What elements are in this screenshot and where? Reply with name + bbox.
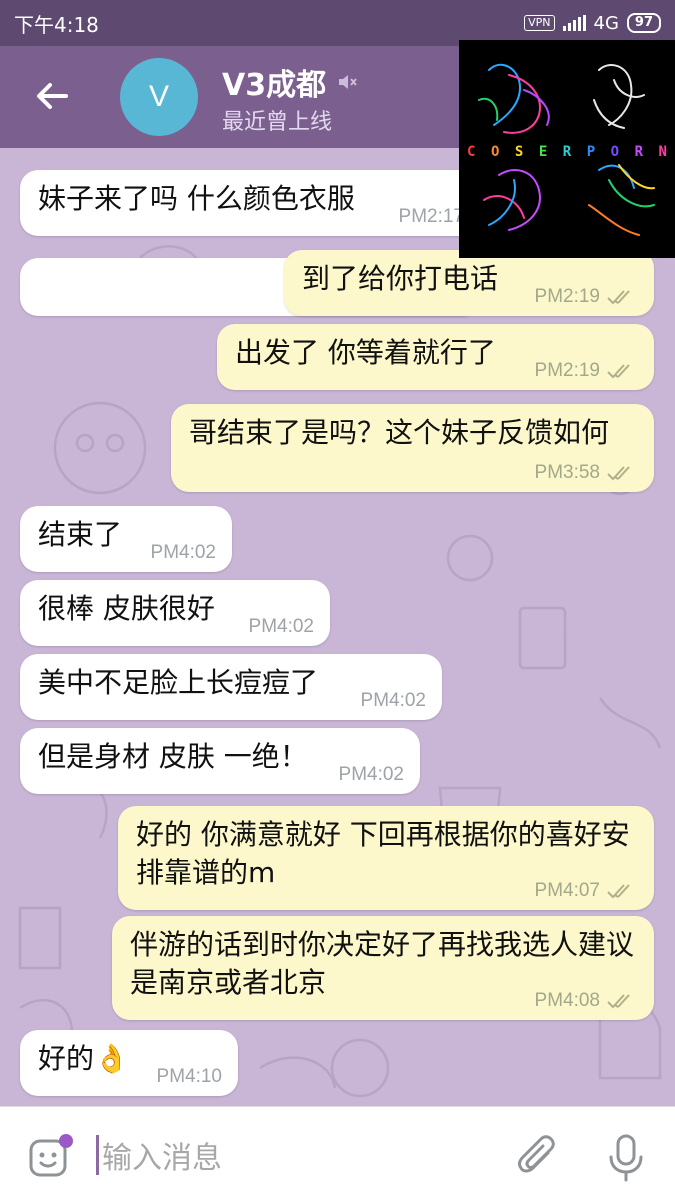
chat-status: 最近曾上线	[222, 110, 333, 135]
message-text: 好的👌	[38, 1042, 129, 1075]
double-check-icon	[607, 994, 630, 1009]
chat-title-text: V3成都	[222, 68, 327, 103]
vpn-badge: VPN	[524, 15, 555, 31]
message-text: 好的 你满意就好 下回再根据你的喜好安排靠谱的m	[136, 818, 630, 889]
message-time: PM4:02	[150, 542, 216, 563]
message-time: PM3:58	[535, 462, 638, 484]
message-bubble-outgoing[interactable]: 哥结束了是吗？这个妹子反馈如何 PM3:58	[171, 404, 654, 492]
back-arrow-icon[interactable]	[30, 74, 74, 118]
message-bubble-outgoing[interactable]: 到了给你打电话 PM2:19	[284, 250, 654, 316]
chat-title[interactable]: V3成都	[222, 60, 358, 104]
message-time: PM2:19	[535, 360, 638, 382]
message-text: 出发了 你等着就行了	[235, 336, 496, 369]
double-check-icon	[607, 466, 630, 481]
network-type: 4G	[593, 12, 619, 34]
chat-area[interactable]: 妹子来了吗 什么颜色衣服 PM2:17 到了给你打电话 PM2:19 出发了 你…	[0, 148, 675, 1106]
text-cursor	[96, 1135, 99, 1175]
message-text: 结束了	[38, 518, 123, 551]
message-bubble-incoming[interactable]: 但是身材 皮肤 一绝！ PM4:02	[20, 728, 420, 794]
message-text: 到了给你打电话	[302, 262, 499, 295]
message-time: PM4:02	[338, 764, 404, 785]
double-check-icon	[607, 884, 630, 899]
sticker-emoji-icon[interactable]	[28, 1133, 74, 1179]
message-bubble-outgoing[interactable]: 出发了 你等着就行了 PM2:19	[217, 324, 654, 390]
message-bubble-outgoing[interactable]: 好的 你满意就好 下回再根据你的喜好安排靠谱的m PM4:07	[118, 806, 654, 910]
microphone-icon[interactable]	[606, 1133, 646, 1183]
message-time: PM2:17	[398, 206, 464, 227]
message-text: 很棒 皮肤很好	[38, 592, 215, 625]
mute-speaker-icon	[339, 75, 357, 89]
message-time: PM4:02	[360, 690, 426, 711]
message-time: PM4:07	[535, 880, 638, 902]
message-time: PM4:08	[535, 990, 638, 1012]
message-time: PM2:19	[535, 286, 638, 308]
watermark-logo: C O S E R P O R N	[459, 40, 675, 258]
message-bubble-incoming[interactable]: 很棒 皮肤很好 PM4:02	[20, 580, 330, 646]
message-bubble-outgoing[interactable]: 伴游的话到时你决定好了再找我选人建议是南京或者北京 PM4:08	[112, 916, 654, 1020]
message-bubble-incoming[interactable]: 妹子来了吗 什么颜色衣服 PM2:17	[20, 170, 480, 236]
battery-indicator: 97	[626, 13, 661, 33]
double-check-icon	[607, 364, 630, 379]
status-icons: VPN 4G 97	[524, 13, 661, 34]
message-text: 但是身材 皮肤 一绝！	[38, 740, 308, 773]
message-time: PM4:10	[156, 1066, 222, 1087]
status-time: 下午4:18	[14, 12, 99, 37]
message-input[interactable]: 输入消息	[102, 1133, 222, 1177]
message-bubble-incoming[interactable]: 结束了 PM4:02	[20, 506, 232, 572]
message-text: 妹子来了吗 什么颜色衣服	[38, 182, 355, 215]
double-check-icon	[607, 290, 630, 305]
watermark-text: C O S E R P O R N	[467, 144, 667, 160]
message-text: 哥结束了是吗？这个妹子反馈如何	[189, 416, 610, 449]
message-bubble-incoming[interactable]: 美中不足脸上长痘痘了 PM4:02	[20, 654, 442, 720]
signal-icon	[562, 15, 586, 31]
message-bubble-incoming[interactable]: 好的👌 PM4:10	[20, 1030, 238, 1096]
message-text: 美中不足脸上长痘痘了	[38, 666, 319, 699]
message-text: 伴游的话到时你决定好了再找我选人建议是南京或者北京	[130, 928, 635, 999]
paperclip-icon[interactable]	[516, 1133, 560, 1181]
avatar[interactable]: V	[120, 58, 198, 136]
message-input-bar: 输入消息	[0, 1106, 675, 1200]
message-time: PM4:02	[248, 616, 314, 637]
